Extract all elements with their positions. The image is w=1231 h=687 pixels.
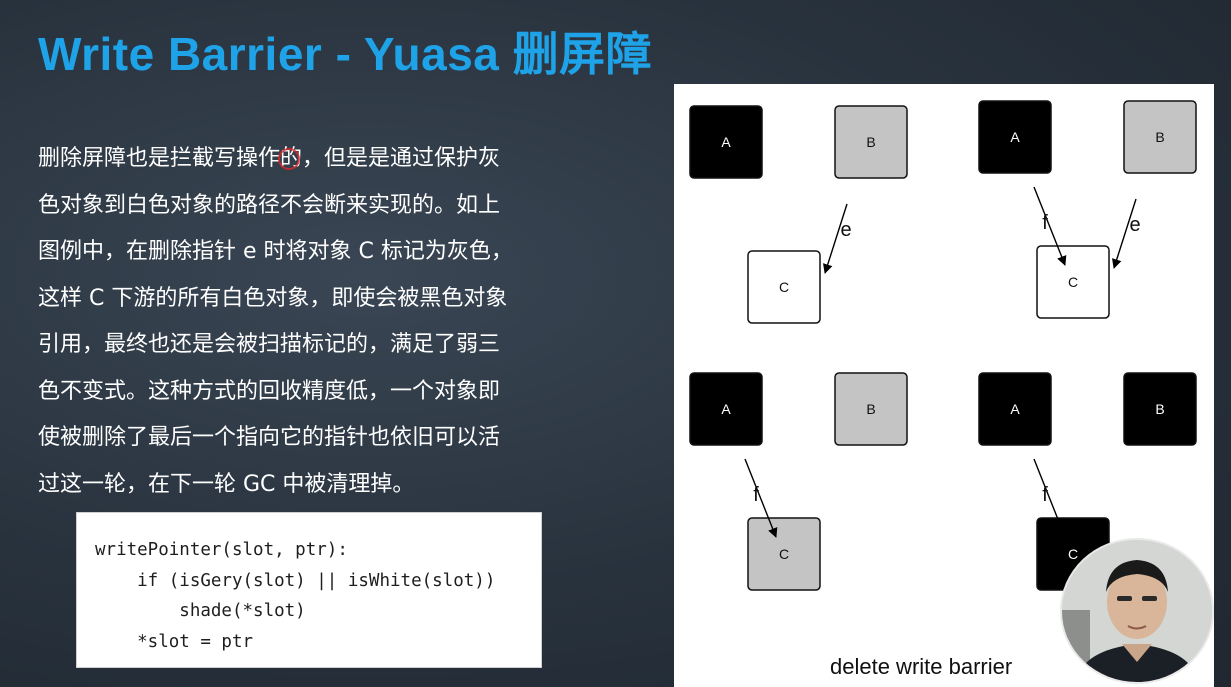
code-block: writePointer(slot, ptr): if (isGery(slot… [76, 512, 542, 668]
presenter-avatar-icon [1062, 540, 1212, 682]
description-line: 使被删除了最后一个指向它的指针也依旧可以活 [38, 425, 501, 450]
object-node-label: B [1155, 401, 1164, 417]
pointer-cursor-icon [278, 148, 300, 170]
description-line: 过这一轮，在下一轮 GC 中被清理掉。 [38, 471, 415, 497]
description-line: 删除屏障也是拦截写操作的，但是是通过保护灰 [38, 146, 501, 171]
object-node-label: B [866, 134, 875, 150]
diagram-panel: A B Cf [689, 372, 908, 591]
description-line: 图例中，在删除指针 e 时将对象 C 标记为灰色， [38, 239, 513, 264]
description-line: 色对象到白色对象的路径不会断来实现的。如上 [38, 192, 501, 218]
object-node-label: A [721, 134, 731, 150]
object-node-label: A [1010, 129, 1020, 145]
code-line: if (isGery(slot) || isWhite(slot)) [95, 570, 496, 591]
description-line: 这样 C 下游的所有白色对象，即使会被黑色对象 [38, 285, 508, 311]
pointer-edge-label: f [753, 484, 759, 506]
object-node-label: C [1068, 546, 1078, 562]
description-line: 色不变式。这种方式的回收精度低，一个对象即 [38, 378, 501, 404]
object-node-label: C [779, 279, 789, 295]
code-line: shade(*slot) [95, 601, 306, 621]
slide-description: 删除屏障也是拦截写操作的，但是是通过保护灰 色对象到白色对象的路径不会断来实现的… [38, 136, 598, 508]
pointer-edge-label: e [840, 219, 851, 241]
object-node-label: C [1068, 274, 1078, 290]
object-node-label: B [866, 401, 875, 417]
pointer-edge-label: f [1042, 212, 1048, 234]
object-node-label: A [721, 401, 731, 417]
diagram-panel: A B Cf e [978, 100, 1197, 319]
presenter-webcam [1062, 540, 1212, 682]
slide-title: Write Barrier - Yuasa 删屏障 [38, 28, 653, 80]
description-line: 引用，最终也还是会被扫描标记的，满足了弱三 [38, 332, 501, 357]
pointer-edge-label: e [1129, 214, 1140, 236]
code-line: *slot = ptr [95, 631, 254, 652]
diagram-caption: delete write barrier [830, 654, 1013, 679]
code-line: writePointer(slot, ptr): [95, 540, 348, 560]
diagram-panel: A B Ce [689, 105, 908, 324]
object-node-label: A [1010, 401, 1020, 417]
object-node-label: B [1155, 129, 1164, 145]
pointer-edge-label: f [1042, 484, 1048, 506]
object-node-label: C [779, 546, 789, 562]
